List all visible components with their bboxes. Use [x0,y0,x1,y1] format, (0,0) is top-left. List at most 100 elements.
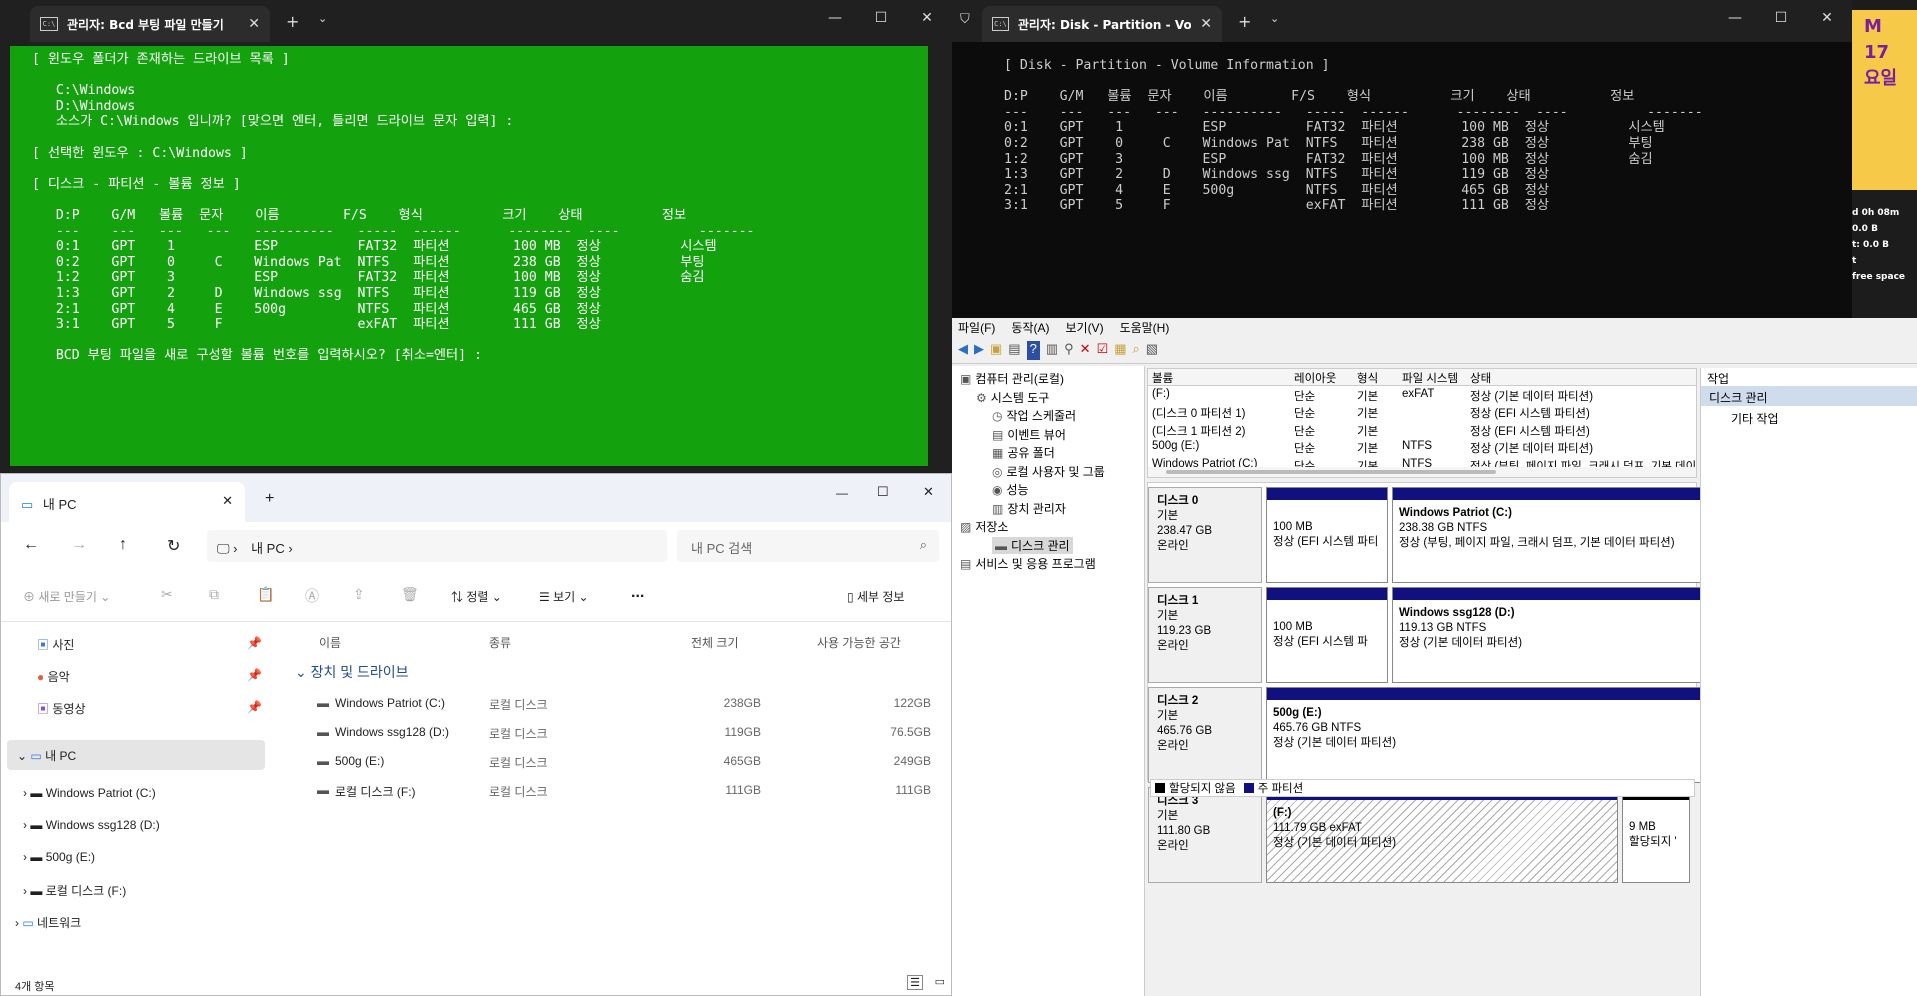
help-icon[interactable]: ? [1026,341,1040,360]
tree-item[interactable]: ▥ 장치 관리자 [992,500,1066,517]
terminal-tab-2[interactable]: C:\ 관리자: Disk - Partition - Volu ✕ [982,6,1222,42]
new-tab-button[interactable]: + [265,490,274,508]
volume-row[interactable]: 500g (E:) 단순 기본 NTFS 정상 (기본 데이터 파티션) [1148,439,1696,456]
tree-item[interactable]: ▨ 저장소 [960,518,1008,535]
tree-item[interactable]: ▬ 디스크 관리 [992,536,1073,554]
paste-icon[interactable]: 📋 [257,586,274,603]
horizontal-scrollbar[interactable] [1148,467,1696,477]
search-input[interactable]: 내 PC 검색 ⌕ [677,530,939,562]
minimize-button[interactable]: — [836,486,848,500]
maximize-button[interactable]: ☐ [877,484,889,500]
forward-icon[interactable]: ▶ [974,341,984,360]
close-tab-icon[interactable]: ✕ [248,16,260,32]
tree-item[interactable]: ⚙ 시스템 도구 [976,389,1049,406]
nav-videos[interactable]: ▣ 동영상 📌 [37,700,262,717]
rename-icon[interactable]: Ⓐ [305,586,319,606]
open-icon[interactable]: ▦ [1114,341,1126,360]
search-icon[interactable]: ⌕ [1133,341,1140,360]
group-header[interactable]: ⌄ 장치 및 드라이브 [295,662,409,682]
close-tab-icon[interactable]: ✕ [222,493,233,509]
menu-help[interactable]: 도움말(H) [1120,319,1170,335]
col-layout[interactable]: 레이아웃 [1294,370,1336,386]
panel-icon[interactable]: ▥ [1046,341,1058,360]
tree-item[interactable]: ▤ 서비스 및 응용 프로그램 [960,555,1096,572]
col-type[interactable]: 종류 [489,634,511,651]
partition[interactable]: 500g (E:) 465.76 GB NTFS 정상 (기본 데이터 파티션) [1266,687,1720,783]
delete-icon[interactable]: ✕ [1080,341,1091,360]
volume-row[interactable]: (F:) 단순 기본 exFAT 정상 (기본 데이터 파티션) [1148,387,1696,404]
tree-item[interactable]: ▤ 이벤트 뷰어 [992,426,1066,443]
col-volume[interactable]: 볼륨 [1152,370,1173,386]
col-status[interactable]: 상태 [1470,370,1491,386]
up-icon[interactable]: ↑ [119,536,127,554]
back-icon[interactable]: ◀ [958,341,968,360]
tree-item[interactable]: ◷ 작업 스케줄러 [992,407,1076,424]
tiles-view-icon[interactable]: ▭ [935,975,945,988]
nav-drive-d[interactable]: › ▬ Windows ssg128 (D:) [23,818,160,832]
properties-icon[interactable]: ▧ [1146,341,1158,360]
disk-info[interactable]: 디스크 3 기본 111.80 GB 온라인 [1148,787,1262,883]
partition[interactable]: Windows ssg128 (D:) 119.13 GB NTFS 정상 (기본 … [1392,587,1702,683]
volume-row[interactable]: (디스크 1 파티션 2) 단순 기본 정상 (EFI 시스템 파티션) [1148,422,1696,439]
terminal-content[interactable]: [ 윈도우 폴더가 존재하는 드라이브 목록 ] C:\Windows D:\W… [10,46,928,466]
disk-info[interactable]: 디스크 1 기본 119.23 GB 온라인 [1148,587,1262,683]
folder-up-icon[interactable]: ▣ [990,341,1002,360]
nav-drive-f[interactable]: › ▬ 로컬 디스크 (F:) [23,882,126,899]
tree-item[interactable]: ◎ 로컬 사용자 및 그룹 [992,463,1105,480]
details-button[interactable]: ▯ 세부 정보 [847,588,904,605]
col-fs[interactable]: 파일 시스템 [1402,370,1458,386]
new-tab-button[interactable]: + [1238,12,1251,31]
explorer-tab[interactable]: ▭ 내 PC ✕ [9,482,245,522]
minimize-button[interactable]: — [812,0,858,36]
sort-button[interactable]: ⇅ 정렬 ⌄ [451,588,502,605]
cut-icon[interactable]: ✂ [161,586,173,603]
partition[interactable]: 100 MB 정상 (EFI 시스템 파티 [1266,487,1388,583]
menu-action[interactable]: 동작(A) [1011,319,1049,335]
close-button[interactable]: ✕ [904,0,950,36]
volume-row[interactable]: (디스크 0 파티션 1) 단순 기본 정상 (EFI 시스템 파티션) [1148,404,1696,421]
nav-photos[interactable]: ▣ 사진 📌 [37,636,262,653]
drive-row[interactable]: ▬ Windows Patriot (C:) 로컬 디스크 238GB 122GB [281,696,941,718]
more-button[interactable]: ... [631,584,644,602]
share-icon[interactable]: ⇪ [353,586,365,603]
delete-icon[interactable]: 🗑 [401,586,419,603]
menu-view[interactable]: 보기(V) [1065,319,1103,335]
tree-item[interactable]: ▦ 공유 폴더 [992,444,1055,461]
partition[interactable]: 9 MB 할당되지 ' [1622,787,1690,883]
new-tab-button[interactable]: + [286,12,299,31]
breadcrumb-item[interactable]: 내 PC [251,541,285,556]
col-total[interactable]: 전체 크기 [691,634,739,651]
details-view-icon[interactable]: ☰ [907,975,923,990]
nav-music[interactable]: ● 음악 📌 [37,668,262,685]
col-name[interactable]: 이름 [319,634,341,651]
console-icon[interactable]: ▤ [1008,341,1020,360]
breadcrumb[interactable]: 🖵 › 내 PC › [207,530,667,562]
action-disk-management[interactable]: 디스크 관리 [1701,386,1917,406]
nav-network[interactable]: › ▭ 네트워크 [15,914,81,931]
nav-drive-c[interactable]: › ▬ Windows Patriot (C:) [23,786,156,800]
partition[interactable]: (F:) 111.79 GB exFAT 정상 (기본 데이터 파티션) [1266,787,1618,883]
col-type[interactable]: 형식 [1357,370,1378,386]
menu-file[interactable]: 파일(F) [958,319,995,335]
close-tab-icon[interactable]: ✕ [1200,16,1212,32]
minimize-button[interactable]: — [1712,0,1758,36]
tree-item[interactable]: ▣ 컴퓨터 관리(로컬) [960,370,1064,387]
drive-row[interactable]: ▬ Windows ssg128 (D:) 로컬 디스크 119GB 76.5GB [281,725,941,747]
disk-info[interactable]: 디스크 0 기본 238.47 GB 온라인 [1148,487,1262,583]
drive-row[interactable]: ▬ 500g (E:) 로컬 디스크 465GB 249GB [281,754,941,776]
close-button[interactable]: ✕ [923,484,934,500]
refresh-icon[interactable]: ↻ [167,536,180,556]
nav-this-pc[interactable]: ⌄ ▭ 내 PC [7,740,265,770]
check-icon[interactable]: ☑ [1097,341,1109,360]
maximize-button[interactable]: ☐ [1758,0,1804,36]
view-button[interactable]: ☰ 보기 ⌄ [539,588,589,605]
back-icon[interactable]: ← [23,536,39,554]
disk-info[interactable]: 디스크 2 기본 465.76 GB 온라인 [1148,687,1262,783]
terminal-tab[interactable]: C:\ 관리자: Bcd 부팅 파일 만들기 ✕ [30,6,270,42]
col-free[interactable]: 사용 가능한 공간 [817,634,901,651]
tab-dropdown-icon[interactable]: ⌄ [1270,12,1279,25]
action-more[interactable]: 기타 작업 [1731,410,1779,427]
nav-drive-e[interactable]: › ▬ 500g (E:) [23,850,95,864]
drive-row[interactable]: ▬ 로컬 디스크 (F:) 로컬 디스크 111GB 111GB [281,783,941,805]
tab-dropdown-icon[interactable]: ⌄ [318,12,327,25]
